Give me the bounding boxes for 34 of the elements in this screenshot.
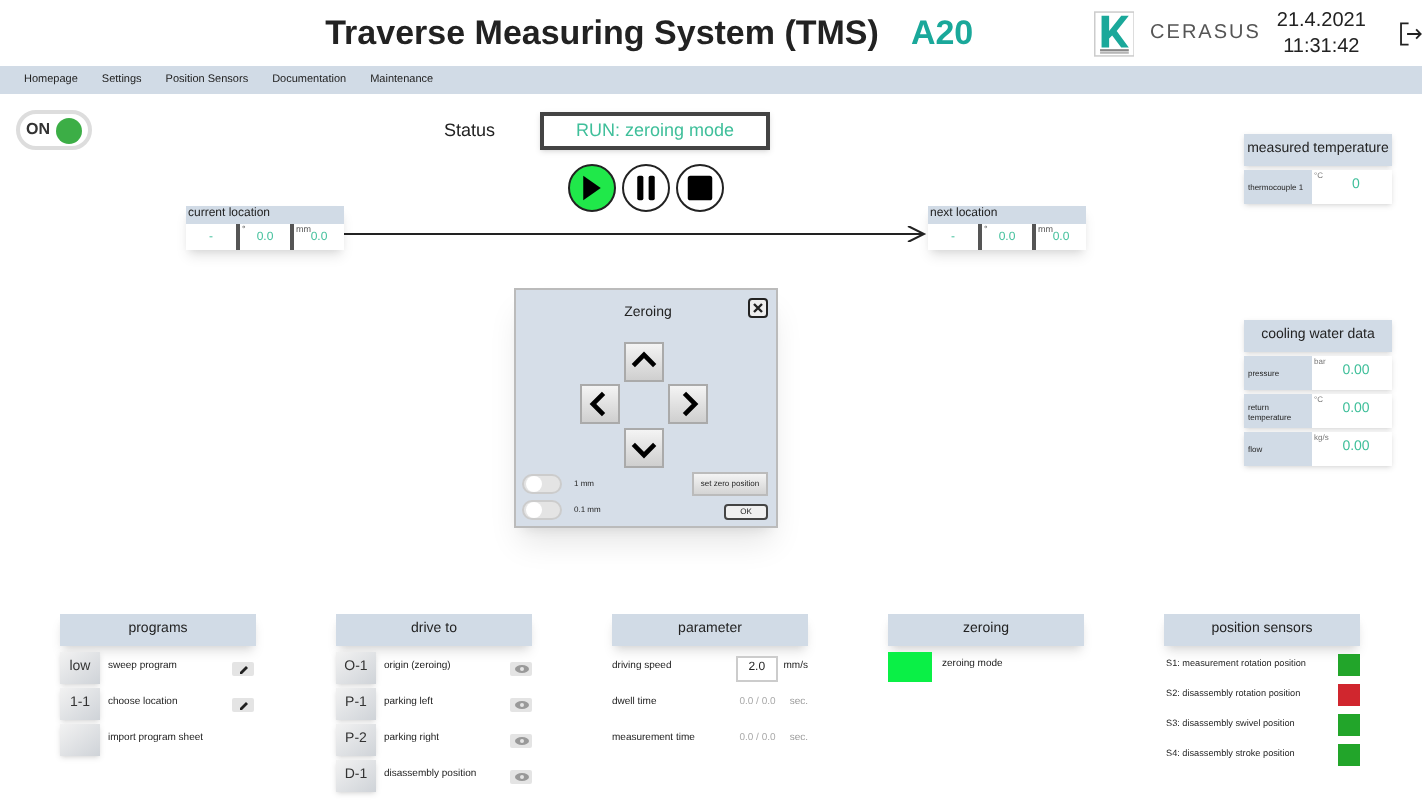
- logout-icon[interactable]: [1397, 17, 1422, 49]
- step-toggle[interactable]: [522, 474, 562, 494]
- arrow-left-button[interactable]: [580, 384, 620, 424]
- eye-icon: [513, 699, 529, 709]
- eye-icon: [513, 735, 529, 745]
- pause-button[interactable]: [622, 164, 670, 212]
- status-label: Status: [444, 118, 496, 144]
- status-field: RUN: zeroing mode: [540, 112, 770, 150]
- step-toggle[interactable]: [522, 500, 562, 520]
- play-icon: [578, 174, 606, 202]
- arrow-right-button[interactable]: [668, 384, 708, 424]
- arrow-down-button[interactable]: [624, 428, 664, 468]
- stop-icon: [686, 174, 714, 202]
- view-button[interactable]: [510, 697, 532, 711]
- edit-button[interactable]: [232, 661, 254, 675]
- brand-logo: CERASUS: [1150, 20, 1261, 48]
- close-icon[interactable]: [748, 298, 768, 318]
- view-button[interactable]: [510, 733, 532, 747]
- view-button[interactable]: [510, 661, 532, 675]
- view-button[interactable]: [510, 769, 532, 783]
- app-title: Traverse Measuring System (TMS): [325, 11, 879, 56]
- date-text: 21.4.2021: [1276, 7, 1366, 33]
- edit-button[interactable]: [232, 697, 254, 711]
- play-button[interactable]: [568, 164, 616, 212]
- power-toggle[interactable]: ON: [16, 110, 92, 150]
- pencil-icon: [237, 698, 249, 710]
- arrow-up-button[interactable]: [624, 342, 664, 382]
- eye-icon: [513, 663, 529, 673]
- pause-icon: [632, 174, 660, 202]
- eye-icon: [513, 771, 529, 781]
- time-text: 11:31:42: [1283, 33, 1360, 59]
- pencil-icon: [237, 662, 249, 674]
- unit-label: A20: [910, 11, 974, 56]
- stop-button[interactable]: [676, 164, 724, 212]
